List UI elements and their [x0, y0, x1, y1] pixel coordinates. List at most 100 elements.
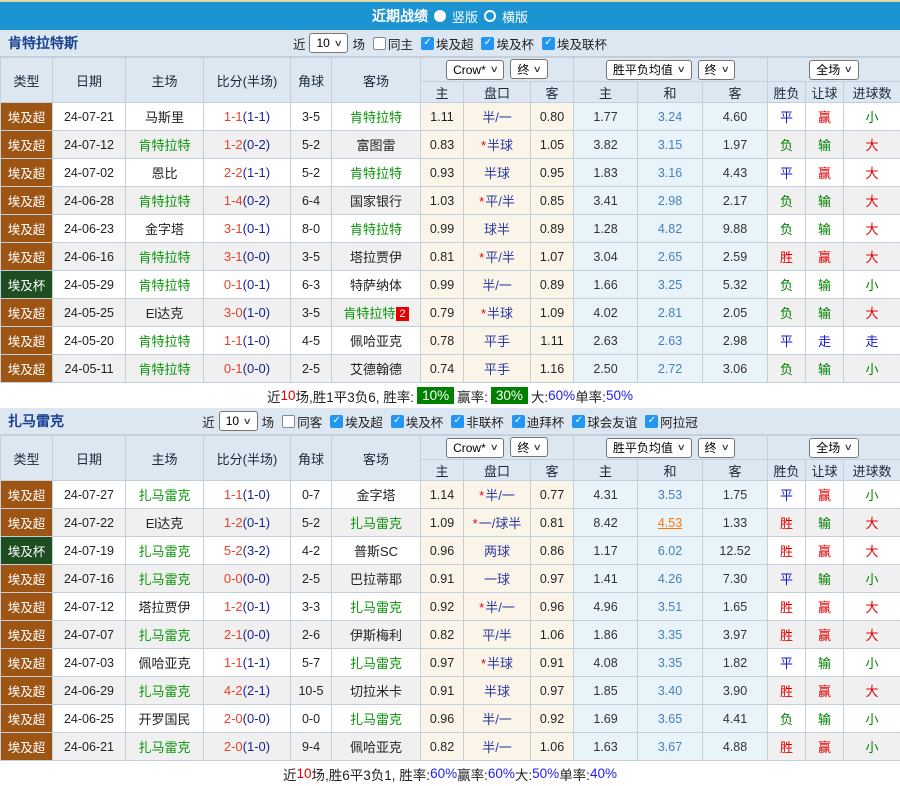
- checkbox-checked[interactable]: ✓: [451, 415, 464, 428]
- checkbox-checked[interactable]: ✓: [330, 415, 343, 428]
- team-link[interactable]: 扎马雷克: [350, 712, 402, 727]
- match-count-select[interactable]: 10∨: [309, 33, 348, 53]
- team-link[interactable]: 肯特拉特: [350, 110, 402, 125]
- team-link[interactable]: 伊斯梅利: [350, 628, 402, 643]
- team-link[interactable]: 扎马雷克: [138, 488, 190, 503]
- team-link[interactable]: El达克: [146, 306, 184, 321]
- score-link[interactable]: 2-1(0-0): [224, 627, 270, 642]
- competition-label[interactable]: 球会友谊: [587, 412, 637, 431]
- same-venue-label[interactable]: 同主: [388, 34, 413, 53]
- score-link[interactable]: 0-1(0-1): [224, 277, 270, 292]
- competition-label[interactable]: 非联杯: [466, 412, 504, 431]
- team-link[interactable]: 扎马雷克: [350, 516, 402, 531]
- team-link[interactable]: 佩哈亚克: [138, 656, 190, 671]
- team-link[interactable]: 佩哈亚克: [350, 740, 402, 755]
- checkbox-checked[interactable]: ✓: [481, 37, 494, 50]
- avg-source-select-1[interactable]: 终∨: [698, 60, 736, 80]
- avg-source-select-0[interactable]: 胜平负均值∨: [606, 438, 692, 458]
- radio-horizontal-icon[interactable]: [484, 10, 496, 22]
- score-link[interactable]: 3-0(1-0): [224, 305, 270, 320]
- checkbox-unchecked[interactable]: [282, 415, 295, 428]
- score-link[interactable]: 0-1(0-0): [224, 361, 270, 376]
- team-link[interactable]: 塔拉贾伊: [138, 600, 190, 615]
- team-link[interactable]: 特萨纳体: [350, 278, 402, 293]
- same-venue-label[interactable]: 同客: [297, 412, 322, 431]
- team-name[interactable]: 肯特拉特斯: [8, 33, 78, 53]
- scope-select-0[interactable]: 全场∨: [809, 438, 859, 458]
- team-name[interactable]: 扎马雷克: [8, 411, 64, 431]
- checkbox-checked[interactable]: ✓: [391, 415, 404, 428]
- score-link[interactable]: 3-1(0-0): [224, 249, 270, 264]
- team-link[interactable]: 扎马雷克: [350, 600, 402, 615]
- checkbox-checked[interactable]: ✓: [421, 37, 434, 50]
- odds-source-select-0[interactable]: Crow*∨: [446, 438, 504, 458]
- radio-vertical-icon[interactable]: [434, 10, 446, 22]
- competition-label[interactable]: 埃及超: [436, 34, 474, 53]
- score-link[interactable]: 1-2(0-1): [224, 599, 270, 614]
- radio-horizontal-label[interactable]: 横版: [502, 7, 528, 26]
- team-link[interactable]: 肯特拉特: [138, 334, 190, 349]
- team-link[interactable]: 扎马雷克: [138, 572, 190, 587]
- team-link[interactable]: 艾德翰德: [350, 362, 402, 377]
- team-link[interactable]: 开罗国民: [138, 712, 190, 727]
- score-link[interactable]: 1-2(0-2): [224, 137, 270, 152]
- score-link[interactable]: 1-1(1-0): [224, 487, 270, 502]
- checkbox-checked[interactable]: ✓: [572, 415, 585, 428]
- team-link[interactable]: 扎马雷克: [138, 628, 190, 643]
- avg-source-select-1[interactable]: 终∨: [698, 438, 736, 458]
- score-link[interactable]: 5-2(3-2): [224, 543, 270, 558]
- score-link[interactable]: 1-1(1-1): [224, 655, 270, 670]
- competition-label[interactable]: 阿拉冠: [660, 412, 698, 431]
- score-link[interactable]: 1-4(0-2): [224, 193, 270, 208]
- radio-vertical-label[interactable]: 竖版: [452, 7, 478, 26]
- team-link[interactable]: 肯特拉特: [138, 250, 190, 265]
- checkbox-checked[interactable]: ✓: [542, 37, 555, 50]
- team-link[interactable]: 扎马雷克: [138, 684, 190, 699]
- team-link[interactable]: 肯特拉特: [343, 306, 395, 321]
- match-count-select[interactable]: 10∨: [219, 411, 258, 431]
- team-link[interactable]: 扎马雷克: [350, 656, 402, 671]
- competition-label[interactable]: 埃及联杯: [557, 34, 607, 53]
- team-link[interactable]: 肯特拉特: [138, 362, 190, 377]
- avg-source-select-0[interactable]: 胜平负均值∨: [606, 60, 692, 80]
- score-link[interactable]: 2-2(1-1): [224, 165, 270, 180]
- team-link[interactable]: 马斯里: [145, 110, 184, 125]
- checkbox-checked[interactable]: ✓: [512, 415, 525, 428]
- score-link[interactable]: 1-1(1-1): [224, 109, 270, 124]
- scope-select-0[interactable]: 全场∨: [809, 60, 859, 80]
- team-link[interactable]: 扎马雷克: [138, 544, 190, 559]
- checkbox-checked[interactable]: ✓: [645, 415, 658, 428]
- score-link[interactable]: 0-0(0-0): [224, 571, 270, 586]
- team-link[interactable]: 恩比: [151, 166, 177, 181]
- team-link[interactable]: 佩哈亚克: [350, 334, 402, 349]
- team-link[interactable]: 肯特拉特: [138, 194, 190, 209]
- team-link[interactable]: 富图雷: [356, 138, 395, 153]
- team-link[interactable]: El达克: [146, 516, 184, 531]
- competition-label[interactable]: 埃及杯: [496, 34, 534, 53]
- team-link[interactable]: 金字塔: [356, 488, 395, 503]
- team-link[interactable]: 金字塔: [145, 222, 184, 237]
- score-link[interactable]: 2-0(0-0): [224, 711, 270, 726]
- team-link[interactable]: 巴拉蒂耶: [350, 572, 402, 587]
- team-link[interactable]: 肯特拉特: [138, 138, 190, 153]
- team-link[interactable]: 塔拉贾伊: [350, 250, 402, 265]
- team-link[interactable]: 普斯SC: [354, 544, 398, 559]
- odds-source-select-1[interactable]: 终∨: [510, 437, 548, 457]
- score-link[interactable]: 3-1(0-1): [224, 221, 270, 236]
- competition-label[interactable]: 埃及杯: [406, 412, 444, 431]
- odds-source-select-1[interactable]: 终∨: [510, 59, 548, 79]
- checkbox-unchecked[interactable]: [373, 37, 386, 50]
- team-link[interactable]: 肯特拉特: [350, 166, 402, 181]
- competition-label[interactable]: 迪拜杯: [527, 412, 565, 431]
- team-link[interactable]: 肯特拉特: [350, 222, 402, 237]
- score-link[interactable]: 4-2(2-1): [224, 683, 270, 698]
- team-link[interactable]: 国家银行: [350, 194, 402, 209]
- team-link[interactable]: 肯特拉特: [138, 278, 190, 293]
- score-link[interactable]: 2-0(1-0): [224, 739, 270, 754]
- team-link[interactable]: 切拉米卡: [350, 684, 402, 699]
- odds-source-select-0[interactable]: Crow*∨: [446, 60, 504, 80]
- highlighted-odds-link[interactable]: 4.53: [658, 516, 682, 530]
- score-link[interactable]: 1-2(0-1): [224, 515, 270, 530]
- team-link[interactable]: 扎马雷克: [138, 740, 190, 755]
- competition-label[interactable]: 埃及超: [345, 412, 383, 431]
